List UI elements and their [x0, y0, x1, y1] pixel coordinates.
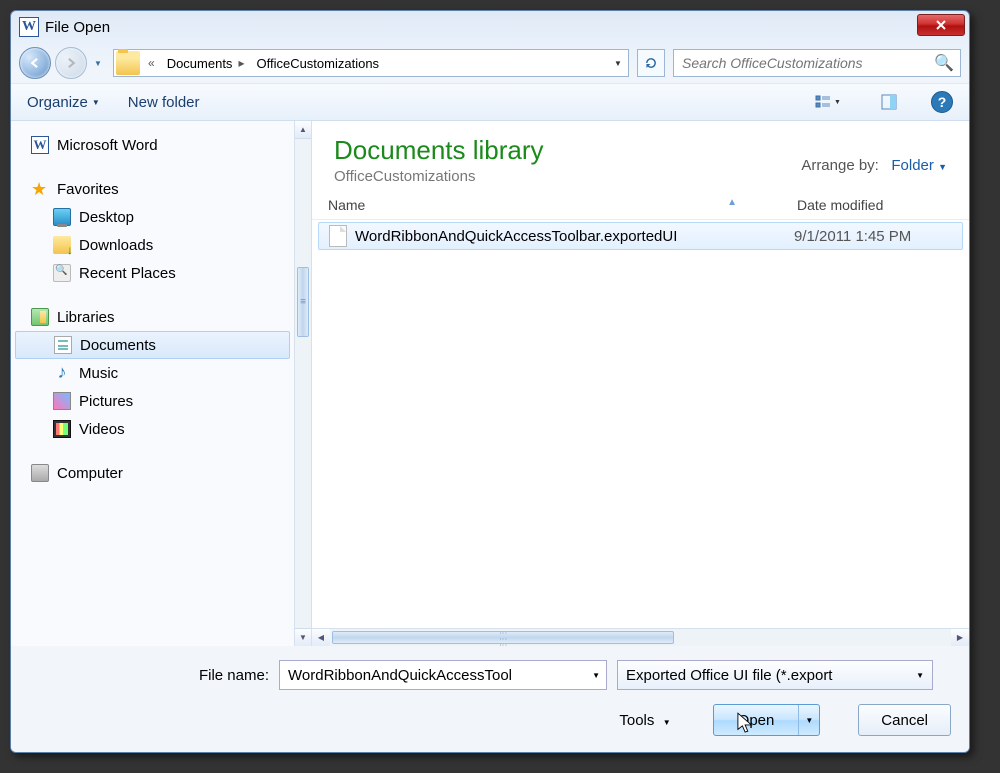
- sidebar-item-recent[interactable]: Recent Places: [11, 259, 294, 287]
- breadcrumb-documents[interactable]: Documents▸: [161, 50, 251, 76]
- open-split-dropdown[interactable]: ▼: [798, 705, 819, 735]
- scroll-left-button[interactable]: ◀: [312, 629, 330, 646]
- filename-label: File name:: [29, 667, 269, 684]
- hscroll-track[interactable]: [330, 629, 951, 646]
- sidebar-item-libraries[interactable]: Libraries: [11, 303, 294, 331]
- sort-indicator-icon: ▲: [727, 197, 797, 213]
- sidebar-item-msword[interactable]: W Microsoft Word: [11, 131, 294, 159]
- navigation-pane: W Microsoft Word ★ Favorites Desktop Dow…: [11, 121, 294, 646]
- scroll-track[interactable]: [295, 139, 311, 628]
- filename-input[interactable]: [286, 666, 588, 685]
- horizontal-scrollbar[interactable]: ◀ ▶: [312, 628, 969, 646]
- arrange-by-dropdown[interactable]: Folder ▼: [891, 157, 947, 174]
- file-open-dialog: W File Open ▼ « Documents▸ OfficeCustomi…: [10, 10, 970, 753]
- filetype-dropdown-icon: ▼: [916, 671, 924, 680]
- back-button[interactable]: [19, 47, 51, 79]
- sidebar-item-computer[interactable]: Computer: [11, 459, 294, 487]
- scroll-thumb[interactable]: [297, 267, 309, 337]
- view-options-button[interactable]: ▼: [809, 90, 847, 114]
- tools-menu[interactable]: Tools ▼: [619, 712, 670, 729]
- new-folder-button[interactable]: New folder: [128, 94, 200, 111]
- window-title: File Open: [45, 19, 917, 36]
- file-icon: [329, 225, 347, 247]
- recent-icon: [53, 264, 71, 282]
- scroll-down-button[interactable]: ▼: [295, 628, 311, 646]
- sidebar-scrollbar[interactable]: ▲ ▼: [294, 121, 312, 646]
- file-row[interactable]: WordRibbonAndQuickAccessToolbar.exported…: [318, 222, 963, 250]
- column-name[interactable]: Name: [322, 197, 727, 213]
- address-bar[interactable]: « Documents▸ OfficeCustomizations ▼: [113, 49, 629, 77]
- file-name: WordRibbonAndQuickAccessToolbar.exported…: [355, 228, 794, 245]
- sidebar-item-favorites[interactable]: ★ Favorites: [11, 175, 294, 203]
- refresh-button[interactable]: [637, 49, 665, 77]
- sidebar-item-videos[interactable]: Videos: [11, 415, 294, 443]
- refresh-icon: [644, 56, 658, 70]
- address-dropdown[interactable]: ▼: [608, 50, 628, 76]
- navigation-row: ▼ « Documents▸ OfficeCustomizations ▼ 🔍: [11, 43, 969, 83]
- documents-icon: [54, 336, 72, 354]
- search-icon[interactable]: 🔍: [934, 53, 954, 73]
- preview-pane-button[interactable]: [875, 90, 903, 114]
- downloads-icon: [53, 236, 71, 254]
- search-input[interactable]: [680, 54, 934, 72]
- titlebar: W File Open: [11, 11, 969, 43]
- history-dropdown[interactable]: ▼: [91, 48, 105, 78]
- close-button[interactable]: [917, 14, 965, 36]
- organize-menu[interactable]: Organize ▼: [27, 94, 100, 111]
- videos-icon: [53, 420, 71, 438]
- close-icon: [935, 20, 947, 30]
- hscroll-thumb[interactable]: [332, 631, 674, 644]
- column-headers: Name ▲ Date modified: [312, 191, 969, 220]
- filename-combobox[interactable]: ▼: [279, 660, 607, 690]
- file-list: WordRibbonAndQuickAccessToolbar.exported…: [312, 220, 969, 628]
- file-date: 9/1/2011 1:45 PM: [794, 228, 944, 245]
- star-icon: ★: [31, 180, 49, 198]
- music-icon: ♪: [53, 364, 71, 382]
- scroll-up-button[interactable]: ▲: [295, 121, 311, 139]
- sidebar-item-desktop[interactable]: Desktop: [11, 203, 294, 231]
- filename-dropdown-icon[interactable]: ▼: [588, 671, 600, 680]
- sidebar-item-pictures[interactable]: Pictures: [11, 387, 294, 415]
- arrange-by: Arrange by: Folder ▼: [801, 157, 947, 174]
- word-icon: W: [31, 136, 49, 154]
- dialog-footer: File name: ▼ Exported Office UI file (*.…: [11, 646, 969, 752]
- breadcrumb-officecustomizations[interactable]: OfficeCustomizations: [250, 50, 385, 76]
- sidebar-item-documents[interactable]: Documents: [15, 331, 290, 359]
- folder-icon: [116, 51, 140, 75]
- library-title: Documents library: [334, 135, 544, 166]
- view-icon: [815, 94, 831, 110]
- toolbar: Organize ▼ New folder ▼ ?: [11, 83, 969, 121]
- sidebar-item-music[interactable]: ♪ Music: [11, 359, 294, 387]
- library-subtitle: OfficeCustomizations: [334, 168, 544, 185]
- computer-icon: [31, 464, 49, 482]
- help-button[interactable]: ?: [931, 91, 953, 113]
- word-app-icon: W: [19, 17, 39, 37]
- scroll-right-button[interactable]: ▶: [951, 629, 969, 646]
- sidebar-item-downloads[interactable]: Downloads: [11, 231, 294, 259]
- search-box[interactable]: 🔍: [673, 49, 961, 77]
- column-date[interactable]: Date modified: [797, 197, 947, 213]
- forward-button[interactable]: [55, 47, 87, 79]
- filetype-combobox[interactable]: Exported Office UI file (*.export ▼: [617, 660, 933, 690]
- pictures-icon: [53, 392, 71, 410]
- arrow-left-icon: [28, 56, 42, 70]
- libraries-icon: [31, 308, 49, 326]
- desktop-icon: [53, 208, 71, 226]
- arrow-right-icon: [64, 56, 78, 70]
- cancel-button[interactable]: Cancel: [858, 704, 951, 736]
- preview-pane-icon: [881, 94, 897, 110]
- open-button[interactable]: Open ▼: [713, 704, 821, 736]
- file-list-pane: Documents library OfficeCustomizations A…: [312, 121, 969, 646]
- breadcrumb-prev[interactable]: «: [142, 50, 161, 76]
